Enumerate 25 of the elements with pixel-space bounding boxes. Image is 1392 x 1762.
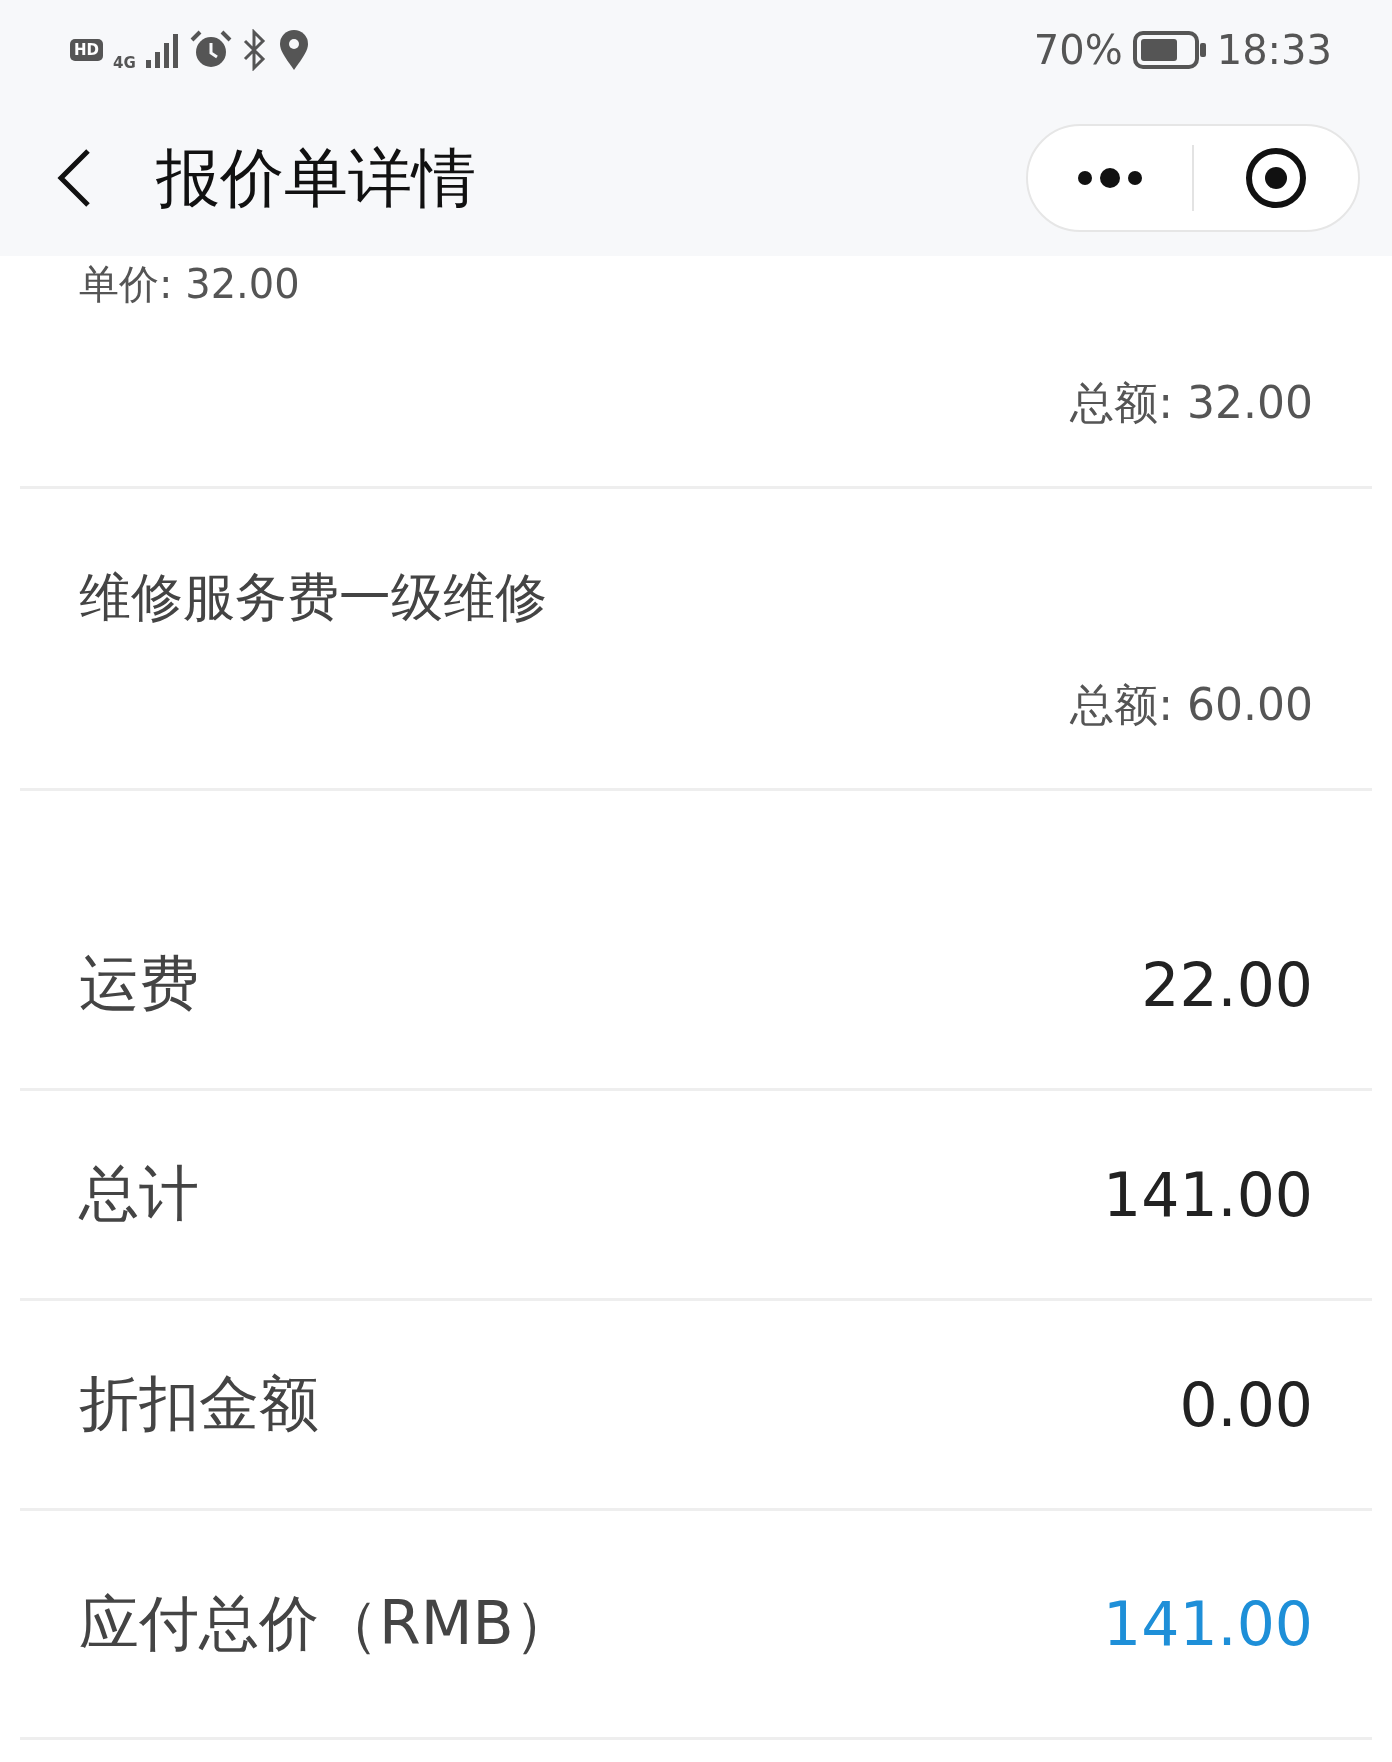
page-title: 报价单详情 xyxy=(156,139,477,217)
battery-percent: 70% xyxy=(1033,27,1123,73)
bluetooth-icon xyxy=(241,29,268,71)
summary-value: 141.00 xyxy=(1103,1589,1313,1659)
summary-label: 应付总价（RMB） xyxy=(79,1586,574,1660)
item-total: 总额: 60.00 xyxy=(1070,679,1313,730)
summary-value: 0.00 xyxy=(1179,1369,1313,1440)
close-icon[interactable] xyxy=(1244,146,1308,210)
summary-label: 运费 xyxy=(79,947,199,1020)
battery-icon xyxy=(1132,31,1207,69)
network-type: 4G xyxy=(113,54,136,72)
back-icon[interactable] xyxy=(56,148,92,208)
signal-icon xyxy=(145,32,180,68)
hd-badge: HD xyxy=(70,39,103,61)
summary-value: 22.00 xyxy=(1141,949,1313,1020)
more-icon[interactable] xyxy=(1077,168,1143,188)
alarm-icon xyxy=(189,30,232,70)
clock-time: 18:33 xyxy=(1216,27,1332,73)
summary-value: 141.00 xyxy=(1103,1159,1313,1230)
item-name: 维修服务费一级维修 xyxy=(79,567,547,627)
location-icon xyxy=(277,30,310,70)
unit-price: 单价: 32.00 xyxy=(79,261,300,307)
summary-label: 总计 xyxy=(79,1157,199,1230)
item-total: 总额: 32.00 xyxy=(1070,377,1313,428)
summary-label: 折扣金额 xyxy=(79,1367,319,1440)
